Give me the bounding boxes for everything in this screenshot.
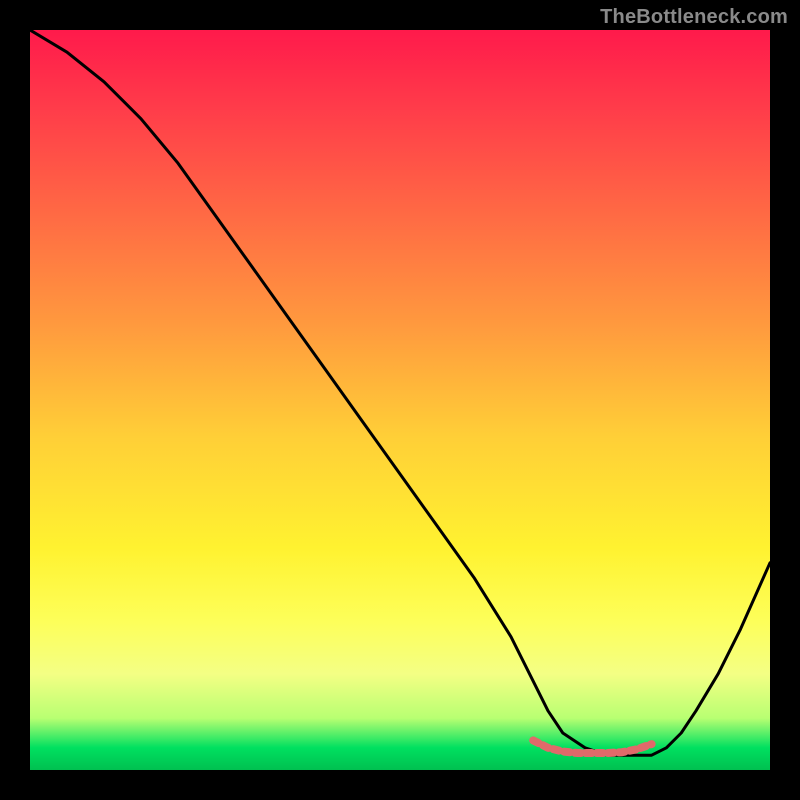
plot-area <box>30 30 770 770</box>
series-red-band <box>533 740 651 753</box>
curve-svg <box>30 30 770 770</box>
watermark-text: TheBottleneck.com <box>600 6 788 29</box>
chart-stage: TheBottleneck.com <box>0 0 800 800</box>
series-black-curve <box>30 30 770 755</box>
